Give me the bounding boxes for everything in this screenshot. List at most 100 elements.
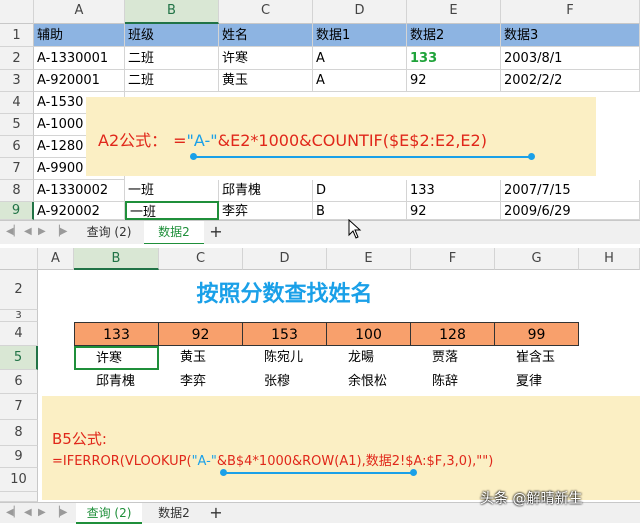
table-cell[interactable]: B bbox=[313, 202, 407, 220]
add-sheet-button[interactable]: + bbox=[206, 503, 226, 524]
table-cell[interactable]: 邱青槐 bbox=[219, 180, 313, 202]
col-header-d[interactable]: D bbox=[243, 248, 327, 270]
next-sheet-arrow-icon[interactable]: ▶ bbox=[38, 502, 46, 524]
header-cell-data2[interactable]: 数据2 bbox=[407, 24, 501, 47]
name-cell[interactable]: 黄玉 bbox=[180, 346, 244, 370]
tab-query-2[interactable]: 查询 (2) bbox=[76, 221, 142, 245]
name-cell[interactable]: 贾落 bbox=[432, 346, 496, 370]
score-cell[interactable]: 128 bbox=[410, 322, 495, 346]
add-sheet-button[interactable]: + bbox=[206, 221, 226, 245]
table-cell[interactable]: A-920001 bbox=[34, 70, 125, 92]
select-all-corner[interactable] bbox=[0, 248, 38, 270]
name-cell[interactable]: 张穆 bbox=[264, 370, 328, 394]
score-cell[interactable]: 133 bbox=[74, 322, 159, 346]
col-header-h[interactable]: H bbox=[579, 248, 640, 270]
row-header-11[interactable] bbox=[0, 492, 38, 502]
name-cell[interactable]: 邱青槐 bbox=[96, 370, 160, 394]
tab-query-2[interactable]: 查询 (2) bbox=[76, 503, 142, 524]
col-header-f[interactable]: F bbox=[411, 248, 495, 270]
select-all-corner[interactable] bbox=[0, 0, 34, 24]
first-sheet-arrow-icon[interactable]: ◀▏ bbox=[6, 502, 21, 524]
table-cell[interactable]: 2007/7/15 bbox=[501, 180, 640, 202]
tab-data2[interactable]: 数据2 bbox=[144, 221, 204, 245]
header-cell-name[interactable]: 姓名 bbox=[219, 24, 313, 47]
next-sheet-arrow-icon[interactable]: ▶ bbox=[38, 221, 46, 243]
row-header-2[interactable]: 2 bbox=[0, 47, 34, 70]
name-cell[interactable]: 夏律 bbox=[516, 370, 580, 394]
name-cell[interactable]: 陈辞 bbox=[432, 370, 496, 394]
name-cell[interactable]: 陈宛儿 bbox=[264, 346, 328, 370]
col-header-b[interactable]: B bbox=[74, 248, 159, 270]
col-header-c[interactable]: C bbox=[159, 248, 243, 270]
table-cell[interactable]: D bbox=[313, 180, 407, 202]
prev-sheet-arrow-icon[interactable]: ◀ bbox=[24, 221, 32, 243]
row-header-3[interactable]: 3 bbox=[0, 310, 38, 322]
table-cell[interactable]: 二班 bbox=[125, 47, 219, 70]
row-header-2[interactable]: 2 bbox=[0, 270, 38, 310]
row-header-9[interactable]: 9 bbox=[0, 202, 34, 220]
sheet-tab-bar: ◀▏ ◀ ▶ ▕▶ 查询 (2) 数据2 + bbox=[0, 219, 640, 245]
col-header-b[interactable]: B bbox=[125, 0, 219, 24]
selected-cell[interactable]: 许寒 bbox=[74, 346, 159, 370]
table-cell[interactable]: 133 bbox=[407, 180, 501, 202]
header-cell-aux[interactable]: 辅助 bbox=[34, 24, 125, 47]
row-header-4[interactable]: 4 bbox=[0, 92, 34, 114]
header-cell-class[interactable]: 班级 bbox=[125, 24, 219, 47]
row-header-7[interactable]: 7 bbox=[0, 394, 38, 420]
last-sheet-arrow-icon[interactable]: ▕▶ bbox=[52, 502, 67, 524]
header-cell-data3[interactable]: 数据3 bbox=[501, 24, 640, 47]
row-header-3[interactable]: 3 bbox=[0, 70, 34, 92]
mouse-cursor-icon bbox=[348, 219, 362, 239]
table-cell-highlight[interactable]: 133 bbox=[407, 47, 501, 70]
row-header-5[interactable]: 5 bbox=[0, 114, 34, 136]
col-header-e[interactable]: E bbox=[407, 0, 501, 24]
row-header-9[interactable]: 9 bbox=[0, 446, 38, 468]
name-cell[interactable]: 龙暘 bbox=[348, 346, 412, 370]
row-header-4[interactable]: 4 bbox=[0, 322, 38, 346]
col-header-c[interactable]: C bbox=[219, 0, 313, 24]
score-cell[interactable]: 153 bbox=[242, 322, 327, 346]
table-cell[interactable]: 92 bbox=[407, 202, 501, 220]
col-header-g[interactable]: G bbox=[495, 248, 579, 270]
row-header-8[interactable]: 8 bbox=[0, 180, 34, 202]
prev-sheet-arrow-icon[interactable]: ◀ bbox=[24, 502, 32, 524]
tab-data2[interactable]: 数据2 bbox=[144, 503, 204, 524]
formula-note-a2: A2公式： ="A-"&E2*1000&COUNTIF($E$2:E2,E2) bbox=[86, 97, 596, 176]
row-header-5[interactable]: 5 bbox=[0, 346, 38, 370]
table-cell[interactable]: A bbox=[313, 47, 407, 70]
table-cell[interactable]: A-1330002 bbox=[34, 180, 125, 202]
table-cell[interactable]: 一班 bbox=[125, 180, 219, 202]
score-cell[interactable]: 99 bbox=[494, 322, 579, 346]
col-header-e[interactable]: E bbox=[327, 248, 411, 270]
score-cell[interactable]: 100 bbox=[326, 322, 411, 346]
table-cell[interactable]: A-1330001 bbox=[34, 47, 125, 70]
table-cell[interactable]: 2002/2/2 bbox=[501, 70, 640, 92]
name-cell[interactable]: 李弈 bbox=[180, 370, 244, 394]
table-cell[interactable]: A bbox=[313, 70, 407, 92]
row-header-6[interactable]: 6 bbox=[0, 136, 34, 158]
row-header-8[interactable]: 8 bbox=[0, 420, 38, 446]
row-header-7[interactable]: 7 bbox=[0, 158, 34, 180]
table-cell[interactable]: A-920002 bbox=[34, 202, 125, 220]
col-header-f[interactable]: F bbox=[501, 0, 640, 24]
table-cell[interactable]: 2003/8/1 bbox=[501, 47, 640, 70]
table-cell[interactable]: 92 bbox=[407, 70, 501, 92]
header-cell-data1[interactable]: 数据1 bbox=[313, 24, 407, 47]
score-cell[interactable]: 92 bbox=[158, 322, 243, 346]
first-sheet-arrow-icon[interactable]: ◀▏ bbox=[6, 221, 21, 243]
table-cell[interactable]: 黄玉 bbox=[219, 70, 313, 92]
table-cell[interactable]: 2009/6/29 bbox=[501, 202, 640, 220]
col-header-d[interactable]: D bbox=[313, 0, 407, 24]
row-header-6[interactable]: 6 bbox=[0, 370, 38, 394]
selected-cell[interactable]: 一班 bbox=[125, 201, 219, 220]
col-header-a[interactable]: A bbox=[38, 248, 74, 270]
col-header-a[interactable]: A bbox=[34, 0, 125, 24]
row-header-1[interactable]: 1 bbox=[0, 24, 34, 47]
name-cell[interactable]: 崔含玉 bbox=[516, 346, 580, 370]
name-cell[interactable]: 余恨松 bbox=[348, 370, 412, 394]
table-cell[interactable]: 李弈 bbox=[219, 202, 313, 220]
table-cell[interactable]: 二班 bbox=[125, 70, 219, 92]
last-sheet-arrow-icon[interactable]: ▕▶ bbox=[52, 221, 67, 243]
table-cell[interactable]: 许寒 bbox=[219, 47, 313, 70]
row-header-10[interactable]: 10 bbox=[0, 468, 38, 492]
